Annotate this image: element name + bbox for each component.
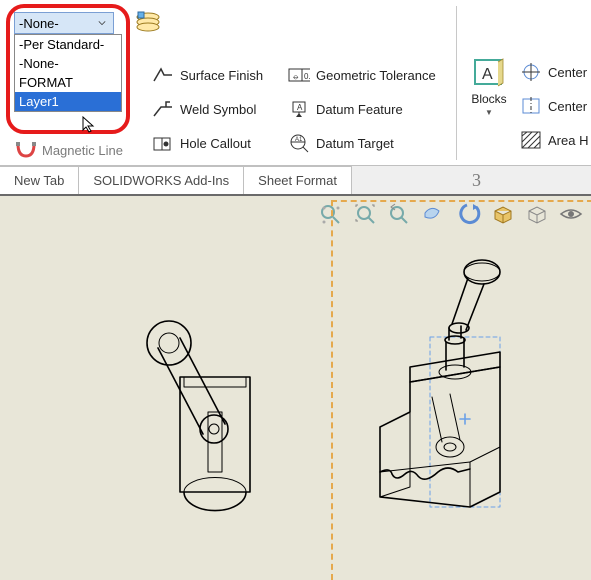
blocks-label: Blocks <box>464 92 514 106</box>
weld-symbol-icon <box>152 99 174 119</box>
datum-target-button[interactable]: A1 Datum Target <box>288 130 436 156</box>
area-hatch-icon <box>520 130 542 150</box>
hole-callout-button[interactable]: Hole Callout <box>152 130 263 156</box>
ribbon-label: Datum Target <box>316 136 394 151</box>
layer-dropdown[interactable]: -None- <box>14 12 114 34</box>
svg-text:A1: A1 <box>295 137 303 143</box>
layer-properties-icon[interactable] <box>134 10 162 39</box>
chevron-down-icon: ▼ <box>464 108 514 117</box>
magnetic-line-icon <box>14 140 36 160</box>
drawing-view-isometric[interactable] <box>350 242 560 562</box>
ribbon-label: Area H <box>548 133 588 148</box>
svg-text:0.3: 0.3 <box>304 72 310 81</box>
layer-option[interactable]: FORMAT <box>15 73 121 92</box>
datum-target-icon: A1 <box>288 133 310 153</box>
geometric-tolerance-button[interactable]: ⦵ 0.3 Geometric Tolerance <box>288 62 436 88</box>
geometric-tolerance-icon: ⦵ 0.3 <box>288 65 310 85</box>
area-hatch-button[interactable]: Area H <box>520 130 588 150</box>
drawing-canvas[interactable] <box>0 232 591 580</box>
center-mark-icon <box>520 62 542 82</box>
layer-option[interactable]: -None- <box>15 54 121 73</box>
layer-selected-label: -None- <box>19 16 95 31</box>
blocks-icon: A <box>470 56 508 90</box>
svg-text:A: A <box>482 66 493 83</box>
magnetic-line-button[interactable]: Magnetic Line <box>14 140 123 160</box>
ribbon-label: Magnetic Line <box>42 143 123 158</box>
tab-solidworks-addins[interactable]: SOLIDWORKS Add-Ins <box>79 166 244 194</box>
drawing-view-front[interactable] <box>130 292 280 522</box>
ribbon-divider <box>456 6 457 160</box>
svg-text:⦵: ⦵ <box>292 71 300 81</box>
tab-new-tab[interactable]: New Tab <box>0 166 79 194</box>
ribbon-label: Weld Symbol <box>180 102 256 117</box>
centerline-icon <box>520 96 542 116</box>
layer-dropdown-list[interactable]: -Per Standard- -None- FORMAT Layer1 <box>14 34 122 112</box>
sheet-zone-label: 3 <box>472 170 481 191</box>
centerline-button[interactable]: Center <box>520 96 588 116</box>
mouse-cursor-icon <box>82 116 98 134</box>
ribbon-label: Datum Feature <box>316 102 403 117</box>
surface-finish-button[interactable]: Surface Finish <box>152 62 263 88</box>
weld-symbol-button[interactable]: Weld Symbol <box>152 96 263 122</box>
chevron-down-icon <box>95 16 109 30</box>
hole-callout-icon <box>152 133 174 153</box>
blocks-button[interactable]: A Blocks ▼ <box>464 56 514 117</box>
datum-feature-icon: A <box>288 99 310 119</box>
layer-option[interactable]: -Per Standard- <box>15 35 121 54</box>
ribbon-label: Hole Callout <box>180 136 251 151</box>
command-manager-tabs: New Tab SOLIDWORKS Add-Ins Sheet Format <box>0 166 591 196</box>
ribbon-label: Center <box>548 99 587 114</box>
ribbon-label: Center <box>548 65 587 80</box>
ribbon-label: Geometric Tolerance <box>316 68 436 83</box>
surface-finish-icon <box>152 65 174 85</box>
center-mark-button[interactable]: Center <box>520 62 588 82</box>
svg-text:A: A <box>297 103 303 112</box>
datum-feature-button[interactable]: A Datum Feature <box>288 96 436 122</box>
ribbon-label: Surface Finish <box>180 68 263 83</box>
tab-sheet-format[interactable]: Sheet Format <box>244 166 352 194</box>
layer-option[interactable]: Layer1 <box>15 92 121 111</box>
